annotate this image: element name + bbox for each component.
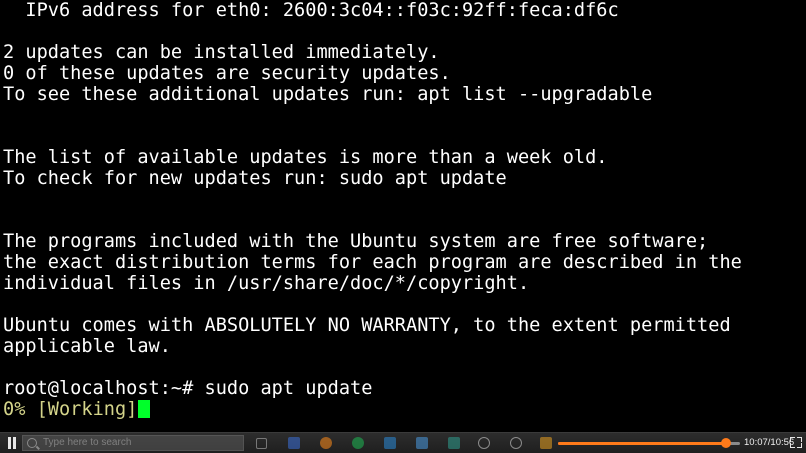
app-icon[interactable] [478,437,490,449]
license-line-1: The programs included with the Ubuntu sy… [3,231,709,252]
terminal-window[interactable]: IPv6 address for eth0: 2600:3c04::f03c:9… [0,0,806,432]
updates-old-line: The list of available updates is more th… [3,147,608,168]
apt-list-hint-line: To see these additional updates run: apt… [3,84,653,105]
seek-bar[interactable] [558,438,740,448]
apt-progress-line: 0% [Working] [3,399,151,421]
ipv6-line: IPv6 address for eth0: 2600:3c04::f03c:9… [3,0,619,21]
warranty-line-2: applicable law. [3,336,171,357]
working-status: [Working] [36,399,138,420]
security-updates-line: 0 of these updates are security updates. [3,63,451,84]
search-icon [27,438,37,448]
time-readout: 10:07/10:56 [744,437,795,448]
command-prompt-line: root@localhost:~# sudo apt update [3,378,373,399]
seek-bar-thumb[interactable] [720,438,731,448]
apt-update-hint-line: To check for new updates run: sudo apt u… [3,168,507,189]
warranty-line-1: Ubuntu comes with ABSOLUTELY NO WARRANTY… [3,315,731,336]
charts-icon[interactable] [448,437,460,449]
folder-icon[interactable] [540,437,552,449]
mail-icon[interactable] [416,437,428,449]
pause-bar-left [8,437,11,449]
terminal-cursor [138,400,151,418]
settings-icon[interactable] [510,437,522,449]
store-icon[interactable] [384,437,396,449]
video-player-controls: Type here to search 10:07/10:56 [0,432,806,453]
pause-bar-right [13,437,16,449]
browser-icon[interactable] [288,437,300,449]
task-view-icon[interactable] [256,438,267,449]
spotify-icon[interactable] [352,437,364,449]
fullscreen-button[interactable] [790,437,802,448]
browser-alt-icon[interactable] [320,437,332,449]
progress-percent: 0% [3,399,37,420]
windows-taskbar: Type here to search [22,435,562,451]
taskbar-search-box[interactable]: Type here to search [22,435,244,451]
search-placeholder: Type here to search [43,437,132,448]
seek-bar-progress [558,442,726,445]
license-line-3: individual files in /usr/share/doc/*/cop… [3,273,530,294]
license-line-2: the exact distribution terms for each pr… [3,252,742,273]
updates-available-line: 2 updates can be installed immediately. [3,42,440,63]
pause-button[interactable] [6,437,18,449]
